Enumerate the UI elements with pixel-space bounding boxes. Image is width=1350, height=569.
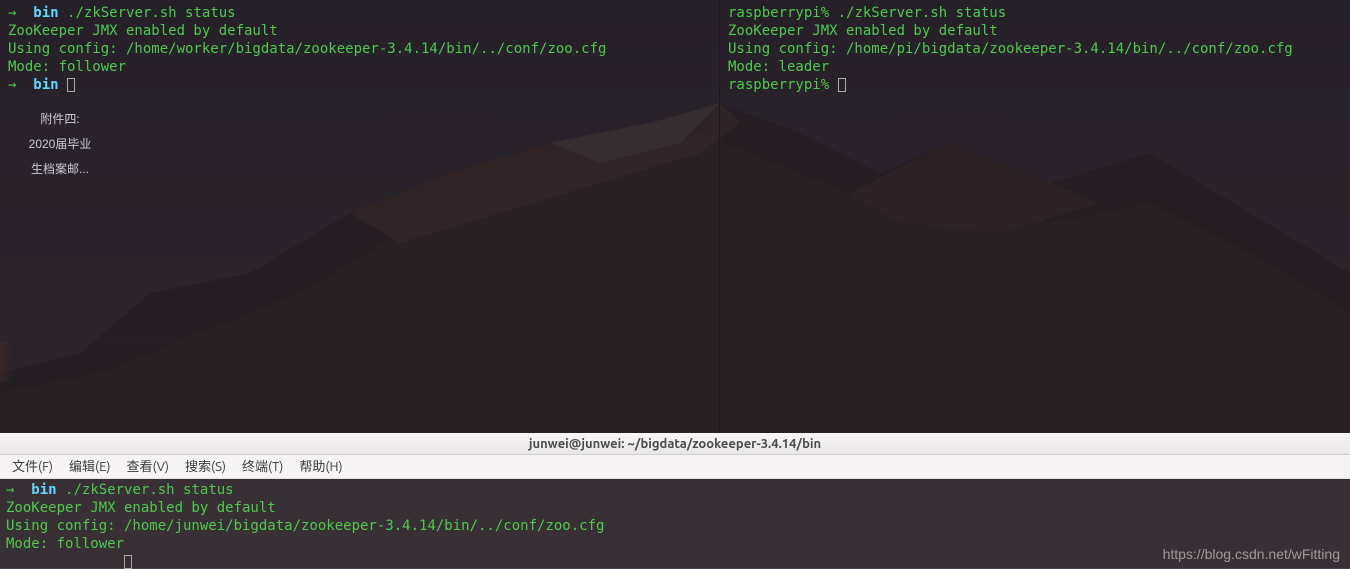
window-titlebar[interactable]: junwei@junwei: ~/bigdata/zookeeper-3.4.1… xyxy=(0,433,1350,455)
menubar: 文件(F) 编辑(E) 查看(V) 搜索(S) 终端(T) 帮助(H) xyxy=(0,455,1350,479)
output-line: Mode: leader xyxy=(728,59,829,75)
prompt-arrow: → xyxy=(8,5,16,21)
cursor xyxy=(124,555,132,569)
desktop-file-label[interactable]: 附件四: xyxy=(20,110,100,128)
menu-search[interactable]: 搜索(S) xyxy=(177,455,234,479)
prompt-text: raspberrypi% xyxy=(728,77,829,93)
cursor xyxy=(838,78,846,92)
command-text: ./zkServer.sh status xyxy=(67,5,236,21)
terminal-pane-right[interactable]: raspberrypi% ./zkServer.sh status ZooKee… xyxy=(720,0,1350,433)
cursor xyxy=(67,78,75,92)
output-line: Using config: /home/pi/bigdata/zookeeper… xyxy=(728,41,1293,57)
output-line: Using config: /home/worker/bigdata/zooke… xyxy=(8,41,606,57)
tmux-split-panes: → bin ./zkServer.sh status ZooKeeper JMX… xyxy=(0,0,1350,433)
menu-view[interactable]: 查看(V) xyxy=(119,455,177,479)
command-text: ./zkServer.sh status xyxy=(65,482,234,498)
terminal-pane-bottom[interactable]: → bin ./zkServer.sh status ZooKeeper JMX… xyxy=(0,479,1350,568)
output-line: ZooKeeper JMX enabled by default xyxy=(8,23,278,39)
gnome-terminal-window: junwei@junwei: ~/bigdata/zookeeper-3.4.1… xyxy=(0,433,1350,568)
cwd-label: bin xyxy=(33,5,58,21)
output-line: ZooKeeper JMX enabled by default xyxy=(728,23,998,39)
output-line: Using config: /home/junwei/bigdata/zooke… xyxy=(6,518,604,534)
menu-terminal[interactable]: 终端(T) xyxy=(234,455,291,479)
desktop-file-label[interactable]: 2020届毕业 xyxy=(20,135,100,153)
desktop-file-label[interactable]: 生档案邮... xyxy=(20,160,100,178)
output-line: ZooKeeper JMX enabled by default xyxy=(6,500,276,516)
terminal-pane-left[interactable]: → bin ./zkServer.sh status ZooKeeper JMX… xyxy=(0,0,720,433)
cwd-label: bin xyxy=(33,77,58,93)
prompt-text: raspberrypi% xyxy=(728,5,829,21)
output-line: Mode: follower xyxy=(6,536,124,552)
output-line: Mode: follower xyxy=(8,59,126,75)
menu-file[interactable]: 文件(F) xyxy=(4,455,61,479)
menu-help[interactable]: 帮助(H) xyxy=(291,455,350,479)
command-text: ./zkServer.sh status xyxy=(838,5,1007,21)
menu-edit[interactable]: 编辑(E) xyxy=(61,455,118,479)
cwd-label: bin xyxy=(31,482,56,498)
prompt-arrow: → xyxy=(6,482,14,498)
prompt-arrow: → xyxy=(8,77,16,93)
